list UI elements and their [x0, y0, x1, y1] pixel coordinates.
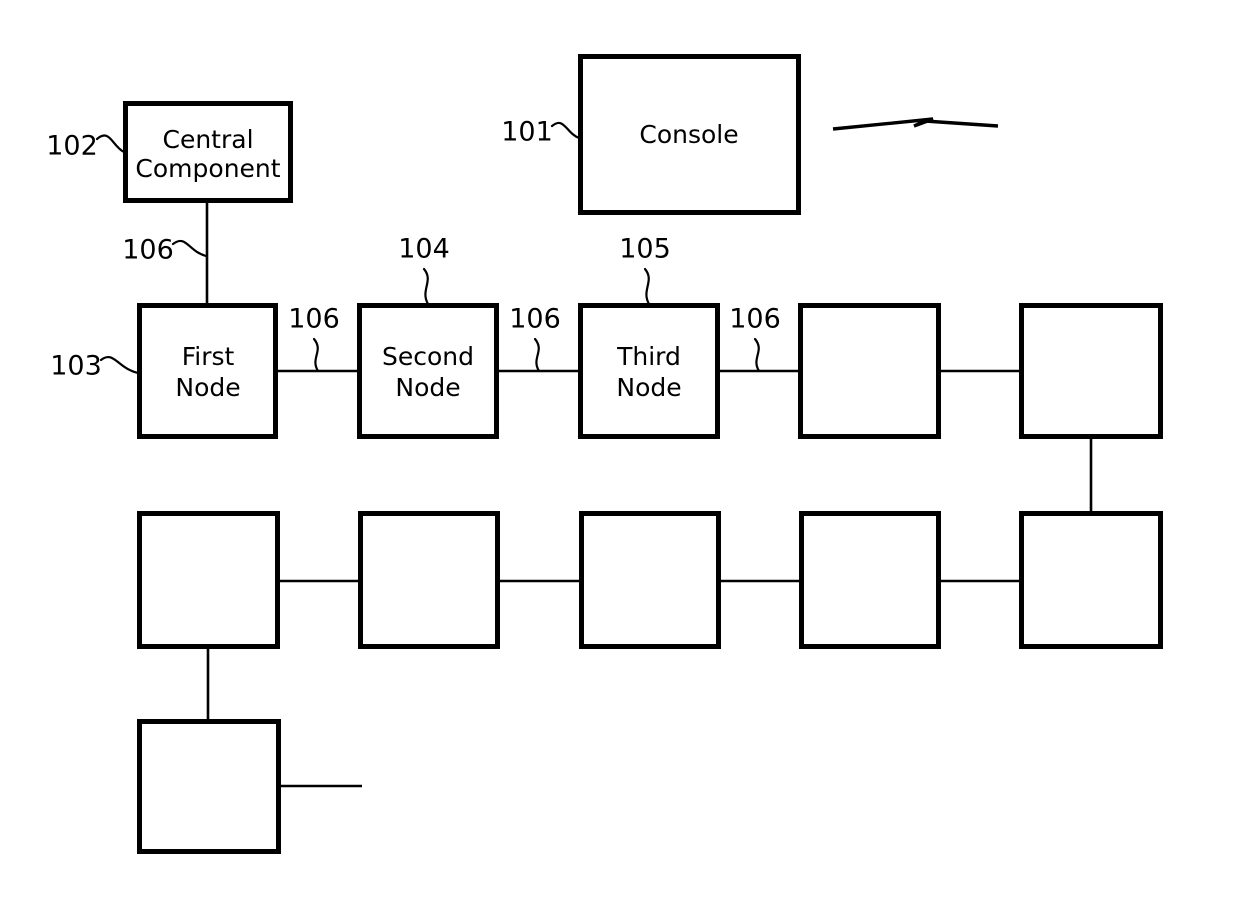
connection-lines: [205, 202, 1093, 788]
ref-num-105: 105: [619, 234, 671, 265]
reference-callout-105: 105: [619, 234, 671, 306]
third-node-label-line1: Third: [616, 342, 681, 371]
central-component-box[interactable]: Central Component: [123, 101, 293, 203]
ref-num-101: 101: [501, 117, 553, 148]
row2-node-2-box[interactable]: [358, 511, 500, 649]
ref-num-106-a: 106: [288, 304, 340, 335]
row1-node-4-box[interactable]: [798, 303, 941, 439]
reference-callout-102: 102: [46, 131, 126, 162]
leader-line-106-a: [312, 337, 320, 373]
row1-node-5-box[interactable]: [1019, 303, 1163, 439]
patent-figure-canvas: Central Component Console First Node Sec…: [0, 0, 1240, 912]
leader-line-106-vertical: [171, 239, 208, 258]
reference-callout-104: 104: [398, 234, 450, 306]
ref-num-103: 103: [50, 351, 102, 382]
row2-node-5-box[interactable]: [1019, 511, 1163, 649]
leader-line-106-c: [753, 337, 761, 373]
ref-num-102: 102: [46, 131, 98, 162]
wireless-link-icon: [832, 117, 999, 131]
leader-line-104: [422, 267, 430, 306]
console-box[interactable]: Console: [578, 54, 801, 215]
first-node-label-line1: First: [182, 342, 235, 371]
ref-num-106-c: 106: [729, 304, 781, 335]
second-node-box[interactable]: Second Node: [357, 303, 499, 439]
bottom-node-box[interactable]: [137, 719, 281, 854]
reference-callout-106-c: 106: [729, 304, 781, 373]
ref-num-104: 104: [398, 234, 450, 265]
reference-callout-106-vertical: 106: [122, 235, 208, 266]
leader-line-106-b: [533, 337, 541, 373]
console-label: Console: [639, 120, 738, 149]
reference-callout-106-a: 106: [288, 304, 340, 373]
leader-line-101: [550, 121, 581, 140]
reference-callout-106-b: 106: [509, 304, 561, 373]
third-node-label-line2: Node: [616, 373, 681, 402]
third-node-box[interactable]: Third Node: [578, 303, 720, 439]
block-diagram-svg: Central Component Console First Node Sec…: [46, 54, 1163, 854]
reference-callout-103: 103: [50, 351, 140, 382]
reference-callout-101: 101: [501, 117, 581, 148]
row2-node-3-box[interactable]: [579, 511, 721, 649]
first-node-label-line2: Node: [175, 373, 240, 402]
second-node-label-line2: Node: [395, 373, 460, 402]
leader-line-103: [99, 356, 140, 375]
leader-line-102: [95, 134, 126, 154]
leader-line-105: [643, 267, 651, 306]
central-component-label-line2: Component: [135, 154, 280, 183]
row2-node-1-box[interactable]: [137, 511, 280, 649]
central-component-label-line1: Central: [162, 125, 253, 154]
second-node-label-line1: Second: [382, 342, 474, 371]
ref-num-106-vertical: 106: [122, 235, 174, 266]
row2-node-4-box[interactable]: [799, 511, 941, 649]
ref-num-106-b: 106: [509, 304, 561, 335]
first-node-box[interactable]: First Node: [137, 303, 278, 439]
